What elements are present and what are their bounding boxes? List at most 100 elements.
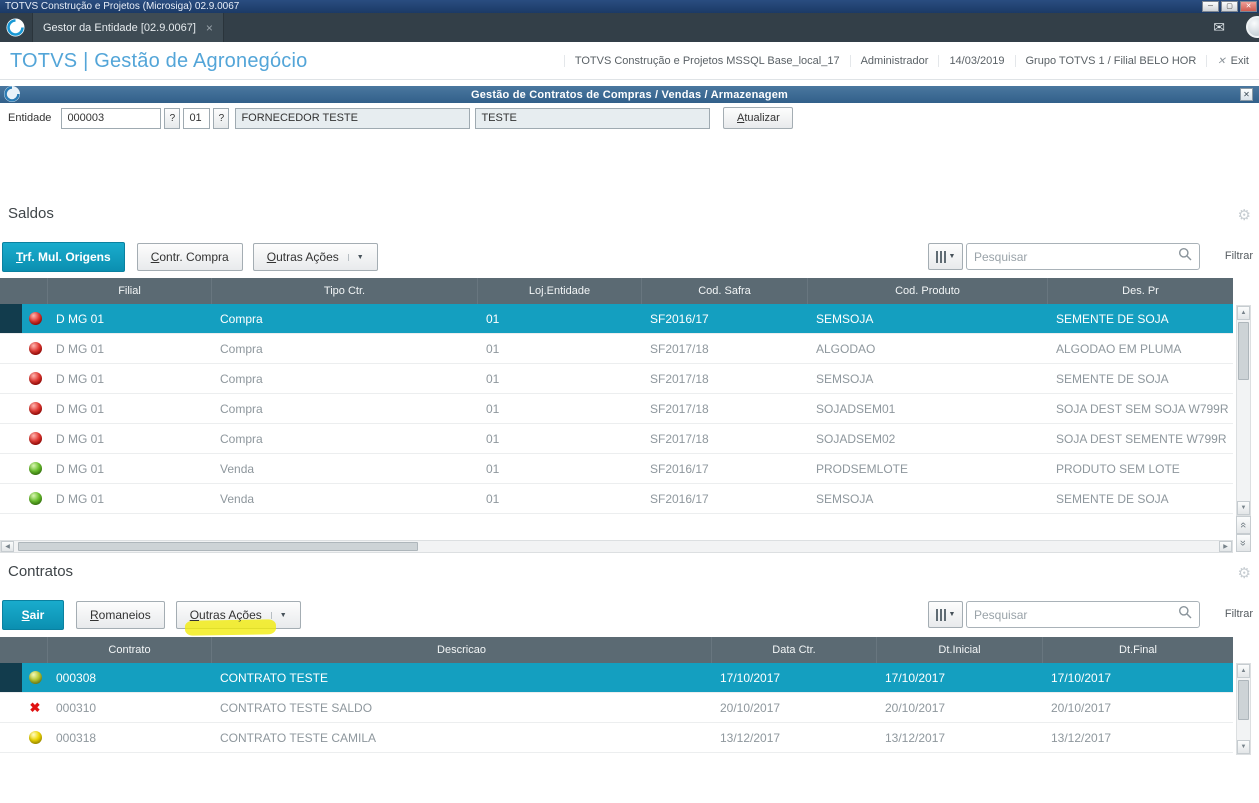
cell-contrato: 000310 — [56, 700, 97, 715]
minimize-button[interactable]: ─ — [1202, 1, 1219, 12]
table-row[interactable]: D MG 01 Compra 01 SF2017/18 SEMSOJA SEME… — [0, 364, 1233, 394]
cell-filial: D MG 01 — [56, 431, 105, 446]
cell-loja: 01 — [486, 341, 500, 356]
header-des-produto[interactable]: Des. Pr — [1048, 278, 1233, 304]
table-row[interactable]: 000310 CONTRATO TESTE SALDO 20/10/2017 2… — [0, 693, 1233, 723]
header-tipo-ctr[interactable]: Tipo Ctr. — [212, 278, 478, 304]
tab-bar: Gestor da Entidade [02.9.0067] × — [0, 13, 1259, 42]
header-contrato[interactable]: Contrato — [48, 637, 212, 663]
saldos-horizontal-scrollbar[interactable] — [0, 540, 1233, 553]
cell-dt-inicial: 13/12/2017 — [885, 730, 946, 745]
exit-x-icon — [1217, 55, 1225, 67]
contratos-search-input[interactable] — [974, 607, 1178, 622]
contratos-vertical-scrollbar[interactable] — [1236, 663, 1251, 755]
scroll-up-icon[interactable] — [1237, 664, 1250, 678]
cell-data-ctr: 17/10/2017 — [720, 670, 781, 685]
scroll-up-icon[interactable] — [1237, 306, 1250, 320]
status-cell — [22, 394, 48, 423]
romaneios-button[interactable]: Romaneios — [76, 601, 165, 629]
tab-gestor-entidade[interactable]: Gestor da Entidade [02.9.0067] × — [32, 13, 224, 42]
header-descricao[interactable]: Descricao — [212, 637, 712, 663]
row-marker — [0, 424, 22, 453]
session-info: TOTVS Construção e Projetos MSSQL Base_l… — [563, 42, 1259, 80]
saldos-settings-gear-icon[interactable] — [1238, 206, 1251, 224]
contratos-settings-gear-icon[interactable] — [1238, 564, 1251, 582]
header-filial[interactable]: Filial — [48, 278, 212, 304]
status-icon — [28, 731, 42, 744]
contratos-outras-acoes-button[interactable]: Outras Ações — [175, 601, 301, 636]
scroll-right-icon[interactable] — [1219, 541, 1232, 552]
scroll-down-icon[interactable] — [1237, 740, 1250, 754]
cell-filial: D MG 01 — [56, 371, 105, 386]
row-marker — [0, 334, 22, 363]
saldos-vertical-scrollbar[interactable] — [1236, 305, 1251, 516]
help-icon[interactable] — [1246, 16, 1259, 38]
table-row[interactable]: D MG 01 Compra 01 SF2016/17 SEMSOJA SEME… — [0, 304, 1233, 334]
sair-button[interactable]: Sair — [2, 600, 64, 630]
table-row[interactable]: D MG 01 Compra 01 SF2017/18 ALGODAO ALGO… — [0, 334, 1233, 364]
status-cell — [22, 723, 48, 752]
saldos-outras-acoes-button[interactable]: Outras Ações — [252, 243, 378, 271]
entity-code-lookup-button[interactable]: ? — [164, 107, 181, 129]
search-icon[interactable] — [1178, 247, 1192, 266]
page-last-button[interactable] — [1236, 534, 1251, 552]
maximize-button[interactable]: ▢ — [1221, 1, 1238, 12]
scroll-left-icon[interactable] — [1, 541, 14, 552]
header-data-ctr[interactable]: Data Ctr. — [712, 637, 877, 663]
close-button[interactable]: ✕ — [1240, 1, 1257, 12]
header-cod-safra[interactable]: Cod. Safra — [642, 278, 808, 304]
cell-descricao: SEMENTE DE SOJA — [1056, 311, 1169, 326]
cell-dt-final: 17/10/2017 — [1051, 670, 1112, 685]
tab-close-icon[interactable]: × — [206, 21, 213, 35]
cell-safra: SF2017/18 — [650, 401, 709, 416]
table-row[interactable]: D MG 01 Compra 01 SF2017/18 SOJADSEM01 S… — [0, 394, 1233, 424]
window-controls: ─ ▢ ✕ — [1202, 1, 1257, 12]
contratos-columns-config-button[interactable] — [928, 601, 963, 628]
cell-safra: SF2017/18 — [650, 371, 709, 386]
scroll-thumb[interactable] — [18, 542, 418, 551]
entity-shortname-field[interactable] — [475, 107, 711, 129]
cell-tipo: Compra — [220, 401, 263, 416]
page-first-button[interactable] — [1236, 516, 1251, 534]
contratos-searchbox — [966, 601, 1200, 628]
cell-filial: D MG 01 — [56, 461, 105, 476]
status-icon — [28, 402, 42, 415]
cell-produto: SOJADSEM02 — [816, 431, 896, 446]
saldos-search-input[interactable] — [974, 249, 1178, 264]
mail-icon[interactable] — [1213, 19, 1225, 36]
entity-store-input[interactable] — [183, 107, 211, 129]
header-cod-produto[interactable]: Cod. Produto — [808, 278, 1048, 304]
table-row[interactable]: 000308 CONTRATO TESTE 17/10/2017 17/10/2… — [0, 663, 1233, 693]
dialog-close-icon[interactable]: ✕ — [1240, 88, 1253, 101]
saldos-searchbox — [966, 243, 1200, 270]
header-loj-entidade[interactable]: Loj.Entidade — [478, 278, 642, 304]
search-icon[interactable] — [1178, 605, 1192, 624]
cell-safra: SF2016/17 — [650, 461, 709, 476]
entity-name-field[interactable] — [235, 107, 471, 129]
entity-code-input[interactable] — [61, 107, 162, 129]
update-button[interactable]: Atualizar — [723, 107, 794, 129]
table-row[interactable]: D MG 01 Compra 01 SF2017/18 SOJADSEM02 S… — [0, 424, 1233, 454]
scroll-down-icon[interactable] — [1237, 501, 1250, 515]
cell-dt-final: 13/12/2017 — [1051, 730, 1112, 745]
cell-descricao: CONTRATO TESTE SALDO — [220, 700, 373, 715]
header-dt-inicial[interactable]: Dt.Inicial — [877, 637, 1043, 663]
status-icon — [28, 492, 42, 505]
saldos-filter-link[interactable]: Filtrar — [1225, 250, 1253, 262]
cell-produto: PRODSEMLOTE — [816, 461, 909, 476]
app-header: TOTVS | Gestão de Agronegócio TOTVS Cons… — [0, 42, 1259, 80]
exit-button[interactable]: Exit — [1206, 55, 1259, 67]
table-row[interactable]: D MG 01 Venda 01 SF2016/17 SEMSOJA SEMEN… — [0, 484, 1233, 514]
header-dt-final[interactable]: Dt.Final — [1043, 637, 1233, 663]
saldos-columns-config-button[interactable] — [928, 243, 963, 270]
trf-mul-origens-button[interactable]: Trf. Mul. Origens — [2, 242, 125, 272]
cell-loja: 01 — [486, 311, 500, 326]
table-row[interactable]: 000318 CONTRATO TESTE CAMILA 13/12/2017 … — [0, 723, 1233, 753]
table-row[interactable]: D MG 01 Venda 01 SF2016/17 PRODSEMLOTE P… — [0, 454, 1233, 484]
scroll-thumb[interactable] — [1238, 680, 1249, 720]
scroll-thumb[interactable] — [1238, 322, 1249, 380]
contratos-filter-link[interactable]: Filtrar — [1225, 608, 1253, 620]
entity-store-lookup-button[interactable]: ? — [213, 107, 230, 129]
cell-produto: SOJADSEM01 — [816, 401, 896, 416]
contr-compra-button[interactable]: Contr. Compra — [136, 243, 243, 271]
